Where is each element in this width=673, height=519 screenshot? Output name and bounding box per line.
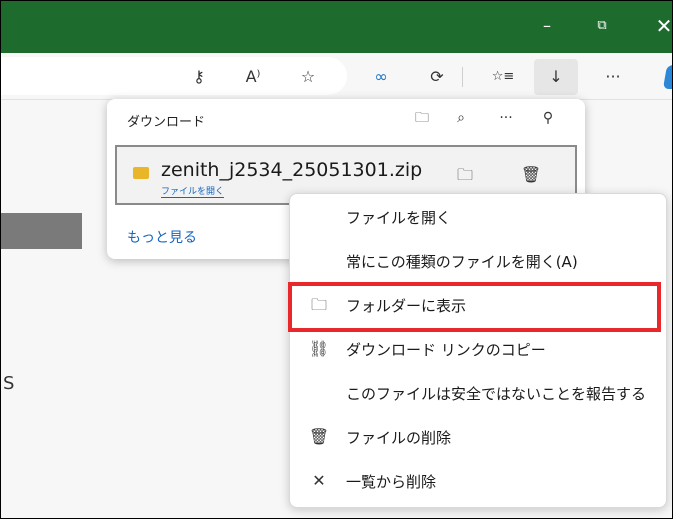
menu-item-label: ダウンロード リンクのコピー xyxy=(346,341,546,359)
open-file-link[interactable]: ファイルを開く xyxy=(161,184,225,198)
context-menu: ファイルを開く 常にこの種類のファイルを開く(A) 🗀 フォルダーに表示 ⛓ ダ… xyxy=(289,193,667,508)
favorites-icon[interactable]: ☆≡ xyxy=(491,65,515,89)
menu-item-remove-from-list[interactable]: ✕ 一覧から削除 xyxy=(290,460,666,502)
menu-item-label: 一覧から削除 xyxy=(346,473,437,491)
copilot-icon[interactable]: ∞ xyxy=(369,65,393,89)
delete-icon[interactable]: 🗑 xyxy=(519,163,543,187)
page-edge-text: S xyxy=(3,373,15,394)
trash-icon: 🗑 xyxy=(308,427,330,446)
browser-toolbar: ⚷ A⁾ ☆ ∞ ⟳ ☆≡ ↓ ··· xyxy=(1,53,672,100)
menu-item-label: このファイルは安全ではないことを報告する xyxy=(346,385,647,403)
link-icon: ⛓ xyxy=(308,339,330,358)
favorite-star-icon[interactable]: ☆ xyxy=(296,65,320,89)
highlight-box xyxy=(288,282,661,332)
close-button[interactable]: ✕ xyxy=(649,11,672,41)
key-icon[interactable]: ⚷ xyxy=(187,65,211,89)
extension-icon[interactable]: ⟳ xyxy=(425,65,449,89)
menu-item-delete-file[interactable]: 🗑 ファイルの削除 xyxy=(290,416,666,458)
menu-item-label: 常にこの種類のファイルを開く(A) xyxy=(346,253,578,271)
restore-button[interactable]: ⧉ xyxy=(587,11,617,41)
close-icon: ✕ xyxy=(312,471,326,490)
read-aloud-icon[interactable]: A⁾ xyxy=(241,65,265,89)
toolbar-divider xyxy=(462,67,463,87)
more-icon[interactable]: ··· xyxy=(601,65,625,89)
see-more-link[interactable]: もっと見る xyxy=(127,227,197,247)
more-options-icon[interactable]: ··· xyxy=(495,107,517,129)
show-in-folder-icon[interactable]: 🗀 xyxy=(453,163,477,187)
menu-item-label: ファイルを開く xyxy=(346,209,452,227)
edge-copilot-logo[interactable] xyxy=(662,65,672,89)
browser-window: – ⧉ ✕ ⚷ A⁾ ☆ ∞ ⟳ ☆≡ ↓ ··· S ダウンロード 🗀 ⌕ ·… xyxy=(0,0,673,519)
title-bar: – ⧉ ✕ xyxy=(1,1,672,53)
open-folder-icon[interactable]: 🗀 xyxy=(411,107,433,129)
page-gray-block xyxy=(1,213,82,249)
search-icon[interactable]: ⌕ xyxy=(450,107,472,129)
menu-item-copy-link[interactable]: ⛓ ダウンロード リンクのコピー xyxy=(290,328,666,370)
download-panel-title: ダウンロード xyxy=(127,115,206,130)
menu-item-open-file[interactable]: ファイルを開く xyxy=(290,196,666,238)
download-filename: zenith_j2534_25051301.zip xyxy=(161,159,423,181)
menu-item-label: ファイルの削除 xyxy=(346,429,452,447)
pin-icon[interactable]: ⚲ xyxy=(537,107,559,129)
minimize-button[interactable]: – xyxy=(532,11,562,41)
menu-item-always-open[interactable]: 常にこの種類のファイルを開く(A) xyxy=(290,240,666,282)
menu-item-report-unsafe[interactable]: このファイルは安全ではないことを報告する xyxy=(290,372,666,414)
download-icon[interactable]: ↓ xyxy=(544,65,568,89)
zip-file-icon xyxy=(133,167,149,179)
